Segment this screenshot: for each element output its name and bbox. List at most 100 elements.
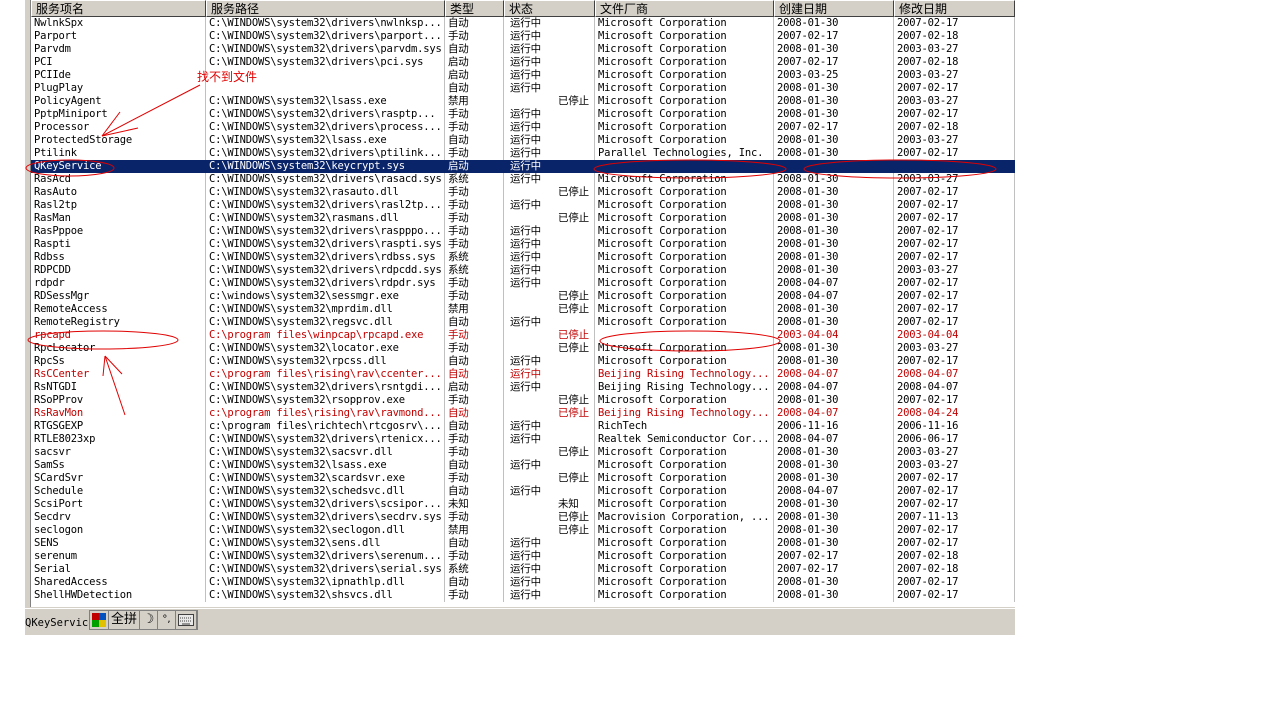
table-row[interactable]: RemoteRegistry C:\WINDOWS\system32\regsvc… bbox=[31, 316, 1015, 329]
table-row[interactable]: RasMan C:\WINDOWS\system32\rasmans.dll 手动 已… bbox=[31, 212, 1015, 225]
vendor-cell: Microsoft Corporation bbox=[595, 472, 774, 485]
type-cell: 自动 bbox=[445, 43, 504, 56]
table-row[interactable]: Serial C:\WINDOWS\system32\drivers\serial… bbox=[31, 563, 1015, 576]
table-row[interactable]: Parvdm C:\WINDOWS\system32\drivers\parvdm… bbox=[31, 43, 1015, 56]
state-stopped-text: 已停止 bbox=[558, 511, 589, 523]
table-row[interactable]: RTLE8023xp C:\WINDOWS\system32\drivers\rt… bbox=[31, 433, 1015, 446]
state-running-text bbox=[510, 290, 558, 303]
annotation-label: 找不到文件 bbox=[197, 70, 258, 84]
table-row[interactable]: RasPppoe C:\WINDOWS\system32\drivers\rasp… bbox=[31, 225, 1015, 238]
state-cell: 已停止 bbox=[504, 446, 595, 459]
table-row[interactable]: Parport C:\WINDOWS\system32\drivers\parpo… bbox=[31, 30, 1015, 43]
modified-cell: 2007-02-17 bbox=[894, 82, 1015, 95]
state-stopped-text: 已停止 bbox=[558, 446, 589, 458]
table-row[interactable]: RTGSGEXP c:\program files\richtech\rtcgos… bbox=[31, 420, 1015, 433]
type-cell: 手动 bbox=[445, 108, 504, 121]
table-row[interactable]: Secdrv C:\WINDOWS\system32\drivers\secdrv… bbox=[31, 511, 1015, 524]
type-cell: 手动 bbox=[445, 212, 504, 225]
table-row[interactable]: QKeyService C:\WINDOWS\system32\keycrypt.… bbox=[31, 160, 1015, 173]
table-row[interactable]: RsCCenter c:\program files\rising\rav\cce… bbox=[31, 368, 1015, 381]
ime-toolbar: 全拼 ☽ °, bbox=[89, 610, 199, 630]
vendor-cell: Microsoft Corporation bbox=[595, 459, 774, 472]
created-cell: 2008-01-30 bbox=[774, 498, 894, 511]
table-row[interactable]: seclogon C:\WINDOWS\system32\seclogon.dll… bbox=[31, 524, 1015, 537]
table-row[interactable]: SENS C:\WINDOWS\system32\sens.dll 自动 运行中 Mic… bbox=[31, 537, 1015, 550]
service-path-cell: C:\WINDOWS\system32\seclogon.dll bbox=[206, 524, 445, 537]
col-service-name-header[interactable]: 服务项名 bbox=[31, 0, 206, 17]
created-cell: 2008-01-30 bbox=[774, 459, 894, 472]
ime-softkeyboard-icon[interactable] bbox=[176, 611, 198, 629]
table-row[interactable]: RDPCDD C:\WINDOWS\system32\drivers\rdpcdd… bbox=[31, 264, 1015, 277]
ime-logo-icon[interactable] bbox=[90, 611, 109, 629]
service-name-cell: SENS bbox=[31, 537, 206, 550]
table-row[interactable]: RasAcd C:\WINDOWS\system32\drivers\rasacd… bbox=[31, 173, 1015, 186]
service-name-cell: ScsiPort bbox=[31, 498, 206, 511]
table-row[interactable]: rpcapd C:\program files\winpcap\rpcapd.ex… bbox=[31, 329, 1015, 342]
created-cell: 2008-01-30 bbox=[774, 212, 894, 225]
table-row[interactable]: Rdbss C:\WINDOWS\system32\drivers\rdbss.s… bbox=[31, 251, 1015, 264]
state-running-text: 运行中 bbox=[510, 225, 541, 237]
table-row[interactable]: PCIIde 启动 运行中 Microsoft Corporation 2003-03-… bbox=[31, 69, 1015, 82]
table-row[interactable]: Raspti C:\WINDOWS\system32\drivers\raspti… bbox=[31, 238, 1015, 251]
type-cell: 手动 bbox=[445, 30, 504, 43]
service-path-cell: c:\windows\system32\sessmgr.exe bbox=[206, 290, 445, 303]
col-service-path-header[interactable]: 服务路径 bbox=[206, 0, 445, 17]
service-path-cell: C:\WINDOWS\system32\drivers\rasptp... bbox=[206, 108, 445, 121]
state-running-text: 运行中 bbox=[510, 459, 541, 471]
col-state-header[interactable]: 状态 bbox=[504, 0, 595, 17]
table-row[interactable]: RpcLocator C:\WINDOWS\system32\locator.ex… bbox=[31, 342, 1015, 355]
ime-halfwidth-moon-icon[interactable]: ☽ bbox=[140, 611, 159, 629]
col-modified-header[interactable]: 修改日期 bbox=[894, 0, 1015, 17]
service-path-cell: C:\WINDOWS\system32\keycrypt.sys bbox=[206, 160, 445, 173]
table-row[interactable]: ScsiPort C:\WINDOWS\system32\drivers\scsi… bbox=[31, 498, 1015, 511]
service-name-cell: RDPCDD bbox=[31, 264, 206, 277]
state-cell: 运行中 bbox=[504, 147, 595, 160]
ime-mode-button[interactable]: 全拼 bbox=[109, 611, 141, 629]
col-vendor-header[interactable]: 文件厂商 bbox=[595, 0, 774, 17]
state-cell: 已停止 bbox=[504, 95, 595, 108]
table-row[interactable]: Processor C:\WINDOWS\system32\drivers\pro… bbox=[31, 121, 1015, 134]
state-running-text: 运行中 bbox=[510, 264, 541, 276]
vendor-cell: Microsoft Corporation bbox=[595, 537, 774, 550]
table-row[interactable]: PptpMiniport C:\WINDOWS\system32\drivers\… bbox=[31, 108, 1015, 121]
table-row[interactable]: RDSessMgr c:\windows\system32\sessmgr.exe… bbox=[31, 290, 1015, 303]
state-cell: 运行中 bbox=[504, 121, 595, 134]
created-cell: 2008-01-30 bbox=[774, 446, 894, 459]
table-row[interactable]: PolicyAgent C:\WINDOWS\system32\lsass.exe… bbox=[31, 95, 1015, 108]
ime-punctuation-button[interactable]: °, bbox=[158, 611, 177, 629]
table-row[interactable]: SharedAccess C:\WINDOWS\system32\ipnathlp… bbox=[31, 576, 1015, 589]
service-path-cell: c:\program files\rising\rav\ravmond... bbox=[206, 407, 445, 420]
state-running-text: 运行中 bbox=[510, 576, 541, 588]
modified-cell: 2003-03-27 bbox=[894, 43, 1015, 56]
created-cell: 2008-04-07 bbox=[774, 407, 894, 420]
table-row[interactable]: ShellHWDetection C:\WINDOWS\system32\shsv… bbox=[31, 589, 1015, 602]
table-row[interactable]: ProtectedStorage C:\WINDOWS\system32\lsas… bbox=[31, 134, 1015, 147]
vendor-cell: Microsoft Corporation bbox=[595, 17, 774, 30]
created-cell: 2007-02-17 bbox=[774, 550, 894, 563]
table-row[interactable]: Rasl2tp C:\WINDOWS\system32\drivers\rasl2… bbox=[31, 199, 1015, 212]
vendor-cell: Microsoft Corporation bbox=[595, 485, 774, 498]
table-row[interactable]: Schedule C:\WINDOWS\system32\schedsvc.dll… bbox=[31, 485, 1015, 498]
table-row[interactable]: SamSs C:\WINDOWS\system32\lsass.exe 自动 运行中 M… bbox=[31, 459, 1015, 472]
table-row[interactable]: NwlnkSpx C:\WINDOWS\system32\drivers\nwln… bbox=[31, 17, 1015, 30]
table-row[interactable]: RsNTGDI C:\WINDOWS\system32\drivers\rsntg… bbox=[31, 381, 1015, 394]
state-running-text: 运行中 bbox=[510, 563, 541, 575]
state-running-text: 运行中 bbox=[510, 147, 541, 159]
state-running-text: 运行中 bbox=[510, 160, 541, 172]
col-type-header[interactable]: 类型 bbox=[445, 0, 504, 17]
table-row[interactable]: RemoteAccess C:\WINDOWS\system32\mprdim.d… bbox=[31, 303, 1015, 316]
table-row[interactable]: Ptilink C:\WINDOWS\system32\drivers\ptili… bbox=[31, 147, 1015, 160]
table-row[interactable]: serenum C:\WINDOWS\system32\drivers\seren… bbox=[31, 550, 1015, 563]
type-cell: 未知 bbox=[445, 498, 504, 511]
table-row[interactable]: sacsvr C:\WINDOWS\system32\sacsvr.dll 手动 已停… bbox=[31, 446, 1015, 459]
table-row[interactable]: rdpdr C:\WINDOWS\system32\drivers\rdpdr.s… bbox=[31, 277, 1015, 290]
table-row[interactable]: RsRavMon c:\program files\rising\rav\ravm… bbox=[31, 407, 1015, 420]
col-created-header[interactable]: 创建日期 bbox=[774, 0, 894, 17]
table-row[interactable]: RasAuto C:\WINDOWS\system32\rasauto.dll 手动… bbox=[31, 186, 1015, 199]
table-row[interactable]: PlugPlay 自动 运行中 Microsoft Corporation 2008-0… bbox=[31, 82, 1015, 95]
table-row[interactable]: RSoPProv C:\WINDOWS\system32\rsopprov.exe… bbox=[31, 394, 1015, 407]
service-list[interactable]: 服务项名 服务路径 类型 状态 文件厂商 创建日期 修改日期 NwlnkSpx C:\WIND… bbox=[31, 0, 1015, 607]
table-row[interactable]: SCardSvr C:\WINDOWS\system32\scardsvr.exe… bbox=[31, 472, 1015, 485]
table-row[interactable]: RpcSs C:\WINDOWS\system32\rpcss.dll 自动 运行中 M… bbox=[31, 355, 1015, 368]
table-row[interactable]: PCI C:\WINDOWS\system32\drivers\pci.sys 启动… bbox=[31, 56, 1015, 69]
